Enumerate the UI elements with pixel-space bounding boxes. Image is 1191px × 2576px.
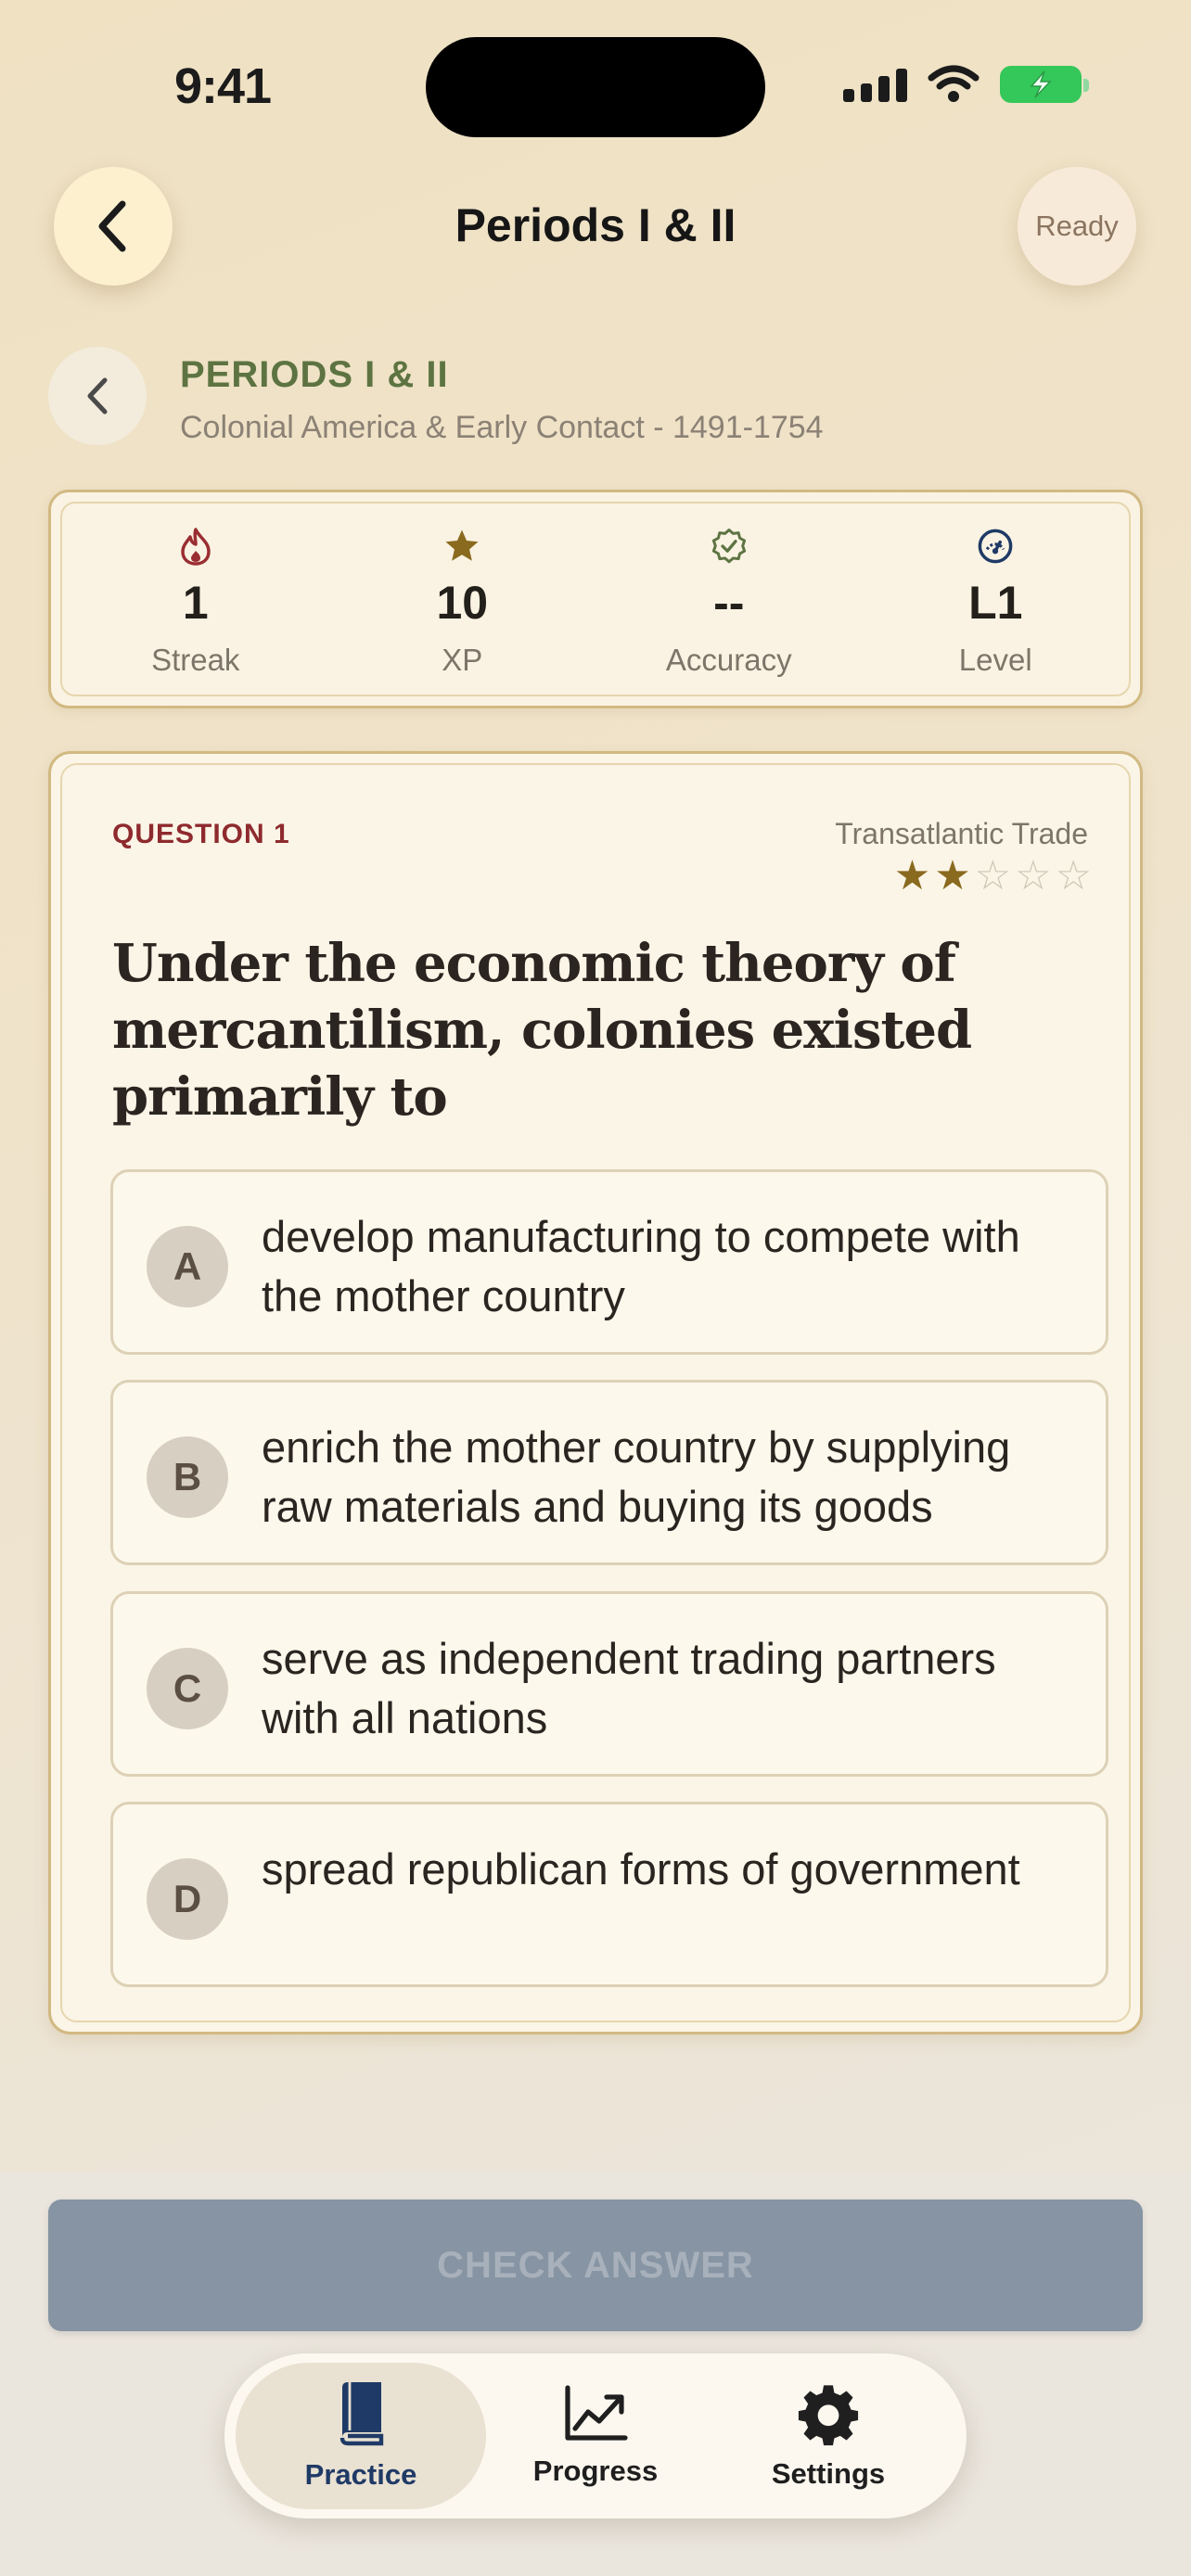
gear-icon [798,2385,859,2446]
option-letter: C [147,1648,228,1729]
ready-status-button[interactable]: Ready [1018,167,1136,286]
battery-icon [1000,66,1089,103]
tab-label: Practice [304,2458,417,2491]
status-time: 9:41 [174,58,272,114]
status-icons [843,65,1089,104]
option-text: serve as independent trading partners wi… [262,1634,996,1742]
flame-icon [181,528,211,566]
stat-label: Streak [151,643,240,677]
answer-option-b[interactable]: B enrich the mother country by supplying… [110,1380,1108,1565]
stat-value: -- [713,577,745,629]
wifi-icon [928,65,980,102]
stat-value: 10 [436,577,489,629]
option-text: enrich the mother country by supplying r… [262,1422,1011,1531]
gauge-icon [978,529,1013,564]
option-letter: A [147,1226,228,1307]
stats-panel: 1 Streak 10 XP -- Accuracy L1 Level [48,490,1143,708]
chart-icon [565,2385,628,2441]
option-letter: D [147,1858,228,1940]
chevron-left-icon [87,377,108,414]
option-text: spread republican forms of government [262,1844,1020,1894]
star-filled-icon: ★ [893,853,931,899]
tab-label: Settings [771,2457,886,2490]
question-number: QUESTION 1 [112,819,290,849]
section-title: PERIODS I & II [180,354,449,395]
stat-label: Level [958,643,1032,677]
star-empty-icon: ☆ [1015,853,1052,899]
section-subtitle: Colonial America & Early Contact - 1491-… [180,410,824,445]
answer-option-a[interactable]: A develop manufacturing to compete with … [110,1169,1108,1355]
star-empty-icon: ☆ [974,853,1012,899]
option-text: develop manufacturing to compete with th… [262,1212,1020,1320]
question-text: Under the economic theory of mercantilis… [112,933,972,1128]
dynamic-island [426,37,765,137]
star-empty-icon: ☆ [1055,853,1092,899]
book-icon [339,2382,384,2446]
stat-level: L1 Level [863,504,1130,695]
stat-label: XP [442,643,483,677]
answer-option-d[interactable]: D spread republican forms of government [110,1802,1108,1987]
tab-practice[interactable]: Practice [236,2363,486,2509]
question-card: QUESTION 1 Transatlantic Trade ★ ★ ☆ ☆ ☆ Und… [48,751,1143,2034]
stat-value: L1 [968,577,1023,629]
stat-label: Accuracy [665,643,792,677]
cellular-signal-icon [843,67,907,102]
option-letter: B [147,1436,228,1518]
tab-bar: Practice Progress Settings [224,2353,967,2519]
difficulty-rating: ★ ★ ☆ ☆ ☆ [894,856,1092,897]
star-filled-icon: ★ [934,853,971,899]
check-answer-button[interactable]: CHECK ANSWER [48,2200,1143,2331]
tab-settings[interactable]: Settings [703,2363,954,2509]
stat-accuracy: -- Accuracy [596,504,863,695]
stat-xp: 10 XP [329,504,596,695]
tab-progress[interactable]: Progress [470,2363,721,2509]
stat-value: 1 [182,577,209,629]
check-badge-icon [711,529,746,564]
section-back-button[interactable] [48,347,147,445]
tab-label: Progress [532,2455,659,2487]
page-title: Periods I & II [455,199,736,251]
answer-option-c[interactable]: C serve as independent trading partners … [110,1591,1108,1777]
star-icon [445,529,479,561]
question-topic: Transatlantic Trade [835,817,1088,850]
stat-streak: 1 Streak [62,504,329,695]
